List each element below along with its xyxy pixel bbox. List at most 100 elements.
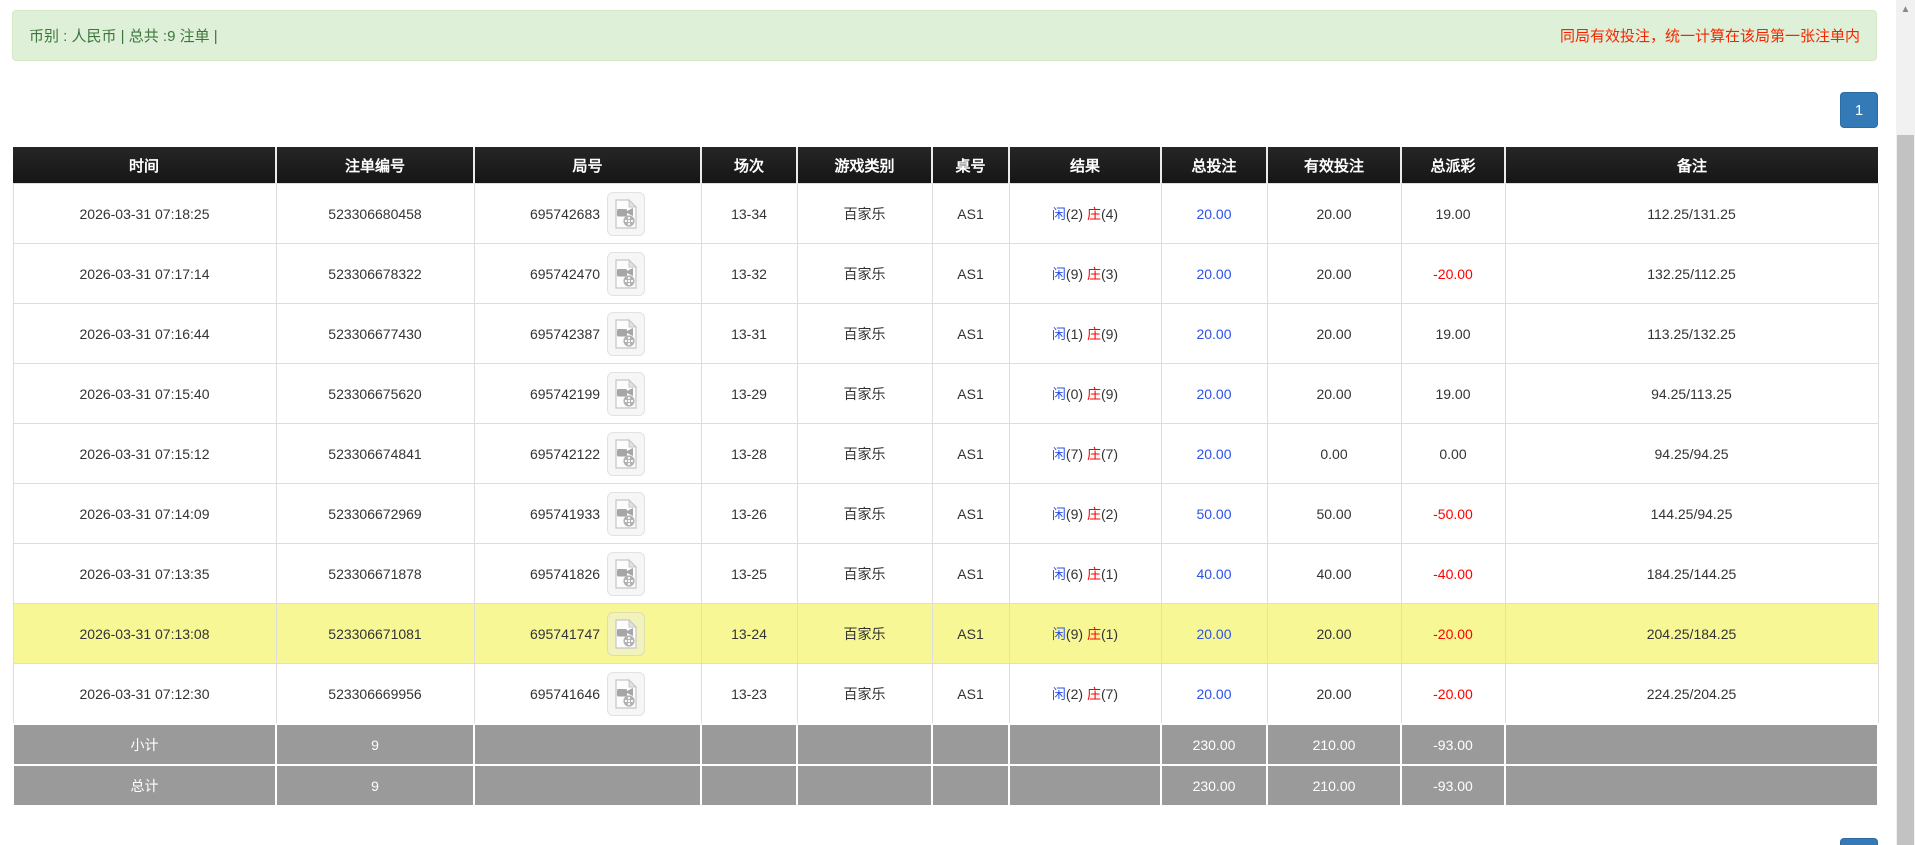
video-replay-button[interactable]: [607, 492, 645, 536]
remark-cell: 184.25/144.25: [1505, 544, 1878, 604]
subtotal-label: 小计: [13, 724, 276, 765]
table-no-cell: AS1: [932, 544, 1009, 604]
video-replay-button[interactable]: [607, 192, 645, 236]
valid-bet-notice-text: 同局有效投注，统一计算在该局第一张注单内: [1560, 25, 1860, 46]
col-game-type: 游戏类别: [797, 147, 932, 184]
round-id-cell: 695741826: [474, 544, 701, 604]
bet-id-cell: 523306677430: [276, 304, 474, 364]
player-result-value: (2): [1066, 686, 1083, 702]
video-film-icon: [613, 319, 639, 349]
grand-total-count: 9: [276, 765, 474, 806]
remark-cell: 144.25/94.25: [1505, 484, 1878, 544]
round-id-cell: 695742387: [474, 304, 701, 364]
session-cell: 13-29: [701, 364, 797, 424]
session-cell: 13-23: [701, 664, 797, 725]
table-no-cell: AS1: [932, 424, 1009, 484]
bet-id-cell: 523306671081: [276, 604, 474, 664]
video-film-icon: [613, 679, 639, 709]
table-row: 2026-03-31 07:16:44 523306677430 6957423…: [13, 304, 1878, 364]
total-bet-cell: 20.00: [1161, 244, 1267, 304]
banker-result-value: (7): [1101, 686, 1118, 702]
video-film-icon: [613, 379, 639, 409]
session-cell: 13-28: [701, 424, 797, 484]
time-cell: 2026-03-31 07:16:44: [13, 304, 276, 364]
scrollbar-thumb[interactable]: [1897, 135, 1914, 845]
session-cell: 13-34: [701, 184, 797, 244]
banker-result-label: 庄: [1087, 686, 1101, 702]
video-replay-button[interactable]: [607, 672, 645, 716]
bet-id-cell: 523306671878: [276, 544, 474, 604]
total-bet-cell: 40.00: [1161, 544, 1267, 604]
banker-result-label: 庄: [1087, 446, 1101, 462]
result-cell: 闲(9) 庄(3): [1009, 244, 1161, 304]
table-no-cell: AS1: [932, 604, 1009, 664]
total-bet-cell: 50.00: [1161, 484, 1267, 544]
valid-bet-cell: 20.00: [1267, 184, 1401, 244]
game-type-cell: 百家乐: [797, 184, 932, 244]
total-bet-cell: 20.00: [1161, 304, 1267, 364]
game-type-cell: 百家乐: [797, 604, 932, 664]
payout-cell: 19.00: [1401, 304, 1505, 364]
player-result-value: (9): [1066, 626, 1083, 642]
round-id-text: 695742199: [530, 386, 600, 402]
grand-total-row: 总计 9 230.00 210.00 -93.00: [13, 765, 1878, 806]
grand-total-payout: -93.00: [1401, 765, 1505, 806]
video-replay-button[interactable]: [607, 312, 645, 356]
subtotal-valid-bet: 210.00: [1267, 724, 1401, 765]
time-cell: 2026-03-31 07:14:09: [13, 484, 276, 544]
video-film-icon: [613, 619, 639, 649]
total-bet-cell: 20.00: [1161, 604, 1267, 664]
player-result-value: (9): [1066, 266, 1083, 282]
video-replay-button[interactable]: [607, 372, 645, 416]
payout-cell: 0.00: [1401, 424, 1505, 484]
round-id-cell: 695741747: [474, 604, 701, 664]
table-row: 2026-03-31 07:12:30 523306669956 6957416…: [13, 664, 1878, 725]
vertical-scrollbar[interactable]: ▲: [1896, 0, 1915, 845]
subtotal-payout: -93.00: [1401, 724, 1505, 765]
player-result-value: (0): [1066, 386, 1083, 402]
pagination-bottom-page-1-button[interactable]: 1: [1840, 838, 1878, 845]
valid-bet-cell: 50.00: [1267, 484, 1401, 544]
col-time: 时间: [13, 147, 276, 184]
total-bet-cell: 20.00: [1161, 664, 1267, 725]
video-replay-button[interactable]: [607, 432, 645, 476]
banker-result-value: (9): [1101, 386, 1118, 402]
valid-bet-cell: 20.00: [1267, 244, 1401, 304]
total-bet-cell: 20.00: [1161, 364, 1267, 424]
player-result-label: 闲: [1052, 626, 1066, 642]
banker-result-value: (9): [1101, 326, 1118, 342]
player-result-label: 闲: [1052, 566, 1066, 582]
subtotal-count: 9: [276, 724, 474, 765]
round-id-text: 695742683: [530, 206, 600, 222]
banker-result-value: (7): [1101, 446, 1118, 462]
table-row: 2026-03-31 07:15:40 523306675620 6957421…: [13, 364, 1878, 424]
grand-total-total-bet: 230.00: [1161, 765, 1267, 806]
valid-bet-cell: 20.00: [1267, 604, 1401, 664]
table-row: 2026-03-31 07:18:25 523306680458 6957426…: [13, 184, 1878, 244]
payout-cell: 19.00: [1401, 364, 1505, 424]
player-result-label: 闲: [1052, 326, 1066, 342]
game-type-cell: 百家乐: [797, 484, 932, 544]
player-result-value: (1): [1066, 326, 1083, 342]
round-id-text: 695741646: [530, 686, 600, 702]
player-result-value: (9): [1066, 506, 1083, 522]
bet-id-cell: 523306672969: [276, 484, 474, 544]
banker-result-label: 庄: [1087, 506, 1101, 522]
game-type-cell: 百家乐: [797, 664, 932, 725]
video-replay-button[interactable]: [607, 612, 645, 656]
remark-cell: 113.25/132.25: [1505, 304, 1878, 364]
currency-total-text: 币别 : 人民币 | 总共 :9 注单 |: [29, 25, 218, 46]
game-type-cell: 百家乐: [797, 244, 932, 304]
col-remark: 备注: [1505, 147, 1878, 184]
banker-result-label: 庄: [1087, 566, 1101, 582]
total-bet-cell: 20.00: [1161, 184, 1267, 244]
video-replay-button[interactable]: [607, 252, 645, 296]
time-cell: 2026-03-31 07:18:25: [13, 184, 276, 244]
round-id-text: 695741826: [530, 566, 600, 582]
col-result: 结果: [1009, 147, 1161, 184]
video-replay-button[interactable]: [607, 552, 645, 596]
scroll-up-icon[interactable]: ▲: [1896, 4, 1915, 16]
pagination-page-1-button[interactable]: 1: [1840, 92, 1878, 128]
valid-bet-cell: 40.00: [1267, 544, 1401, 604]
table-no-cell: AS1: [932, 664, 1009, 725]
